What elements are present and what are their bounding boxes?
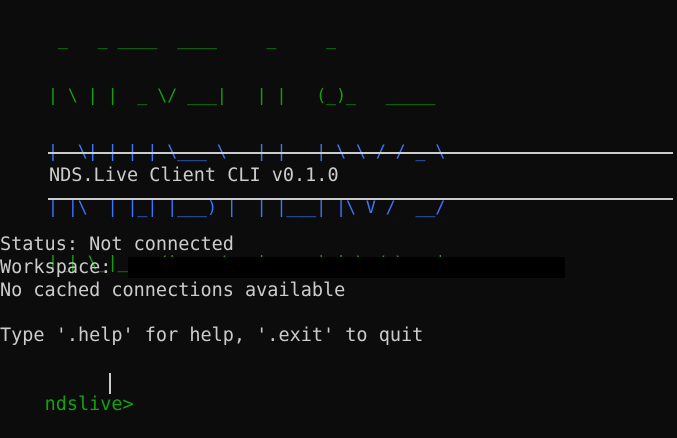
divider-bottom bbox=[48, 198, 673, 200]
help-hint: Type '.help' for help, '.exit' to quit bbox=[0, 325, 424, 346]
terminal-window: _ _ ____ ____ _ _ | \ | | _ \/ ___| | | … bbox=[0, 0, 677, 415]
ascii-logo-line: | \ | | _ \/ ___| | | (_)_ _____ bbox=[48, 85, 446, 105]
command-prompt[interactable]: ndslive> bbox=[0, 372, 145, 438]
redacted-workspace-value bbox=[128, 257, 565, 278]
prompt-label: ndslive> bbox=[44, 394, 145, 415]
ascii-logo-line: _ _ ____ ____ _ _ bbox=[48, 30, 446, 50]
divider-top bbox=[48, 152, 673, 154]
cache-status-text: No cached connections available bbox=[0, 280, 346, 301]
status-text: Status: Not connected bbox=[0, 234, 234, 255]
text-cursor bbox=[109, 373, 111, 394]
workspace-label: Workspace: bbox=[0, 257, 123, 278]
ascii-logo-line: | |\ | |_| |___) | | |___| |\ V / __/ bbox=[48, 197, 446, 217]
cli-title: NDS.Live Client CLI v0.1.0 bbox=[49, 165, 339, 186]
